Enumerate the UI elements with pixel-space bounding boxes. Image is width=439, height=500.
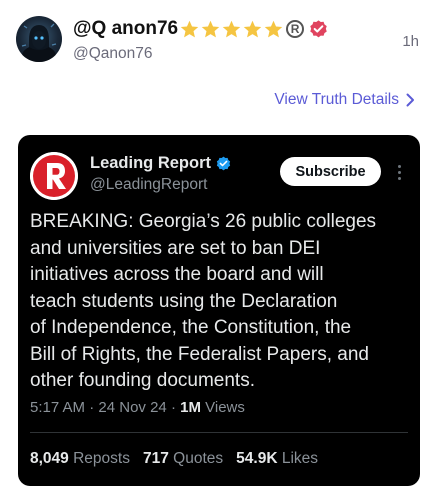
dot: [397, 170, 401, 174]
post-header: @Q anon76 R @Qanon76 1h: [0, 0, 439, 80]
post-time[interactable]: 1h: [402, 33, 419, 50]
tweet-time[interactable]: 5:17 AM: [30, 399, 85, 416]
leading-report-logo[interactable]: [30, 152, 78, 200]
tweet-author-handle[interactable]: @LeadingReport: [90, 176, 207, 194]
tweet-meta: 5:17 AM · 24 Nov 24 · 1M Views: [30, 399, 245, 416]
registered-icon: R: [286, 20, 305, 38]
stat-reposts[interactable]: 8,049 Reposts: [30, 450, 130, 468]
meta-separator: ·: [170, 399, 176, 416]
display-name[interactable]: @Q anon76: [73, 18, 178, 40]
star-icon: [243, 20, 262, 37]
divider: [30, 432, 408, 433]
stat-number: 8,049: [30, 450, 69, 467]
chevron-right-icon: [406, 93, 414, 107]
tweet-author-name[interactable]: Leading Report: [90, 154, 232, 173]
tweet-date[interactable]: 24 Nov 24: [98, 399, 166, 416]
verified-check-icon: [216, 156, 231, 171]
author-name-text: Leading Report: [90, 154, 212, 172]
stat-number: 717: [142, 450, 169, 467]
star-icon: [264, 20, 283, 37]
star-icon: [180, 20, 199, 37]
views-count: 1M: [180, 399, 201, 416]
dot: [397, 176, 401, 180]
tweet-stats: 8,049 Reposts 717 Quotes 54.9K Likes: [30, 450, 331, 468]
user-handle[interactable]: @Qanon76: [73, 45, 153, 63]
verified-badge-icon: [310, 19, 327, 37]
embedded-tweet-card[interactable]: Leading Report @LeadingReport Subscribe …: [18, 135, 420, 486]
star-icon: [222, 20, 241, 37]
meta-separator: ·: [89, 399, 95, 416]
subscribe-button[interactable]: Subscribe: [280, 157, 381, 186]
more-options-icon[interactable]: [392, 160, 406, 184]
name-row: @Q anon76 R: [73, 16, 329, 42]
view-truth-details-link[interactable]: View Truth Details: [274, 91, 415, 109]
view-truth-details-label: View Truth Details: [274, 91, 399, 108]
star-icon: [201, 20, 220, 37]
dot: [397, 164, 401, 168]
star-rating: [179, 19, 284, 40]
registered-symbol: R: [290, 22, 300, 36]
stat-quotes[interactable]: 717 Quotes: [143, 450, 223, 468]
stat-likes[interactable]: 54.9K Likes: [236, 450, 318, 468]
stat-number: 54.9K: [236, 450, 278, 467]
tweet-text: BREAKING: Georgia’s 26 public colleges a…: [30, 211, 377, 391]
stat-label: Likes: [281, 450, 319, 467]
stat-label: Quotes: [173, 450, 224, 467]
stat-label: Reposts: [73, 450, 130, 467]
avatar[interactable]: [16, 16, 62, 62]
views-label: Views: [205, 399, 245, 416]
